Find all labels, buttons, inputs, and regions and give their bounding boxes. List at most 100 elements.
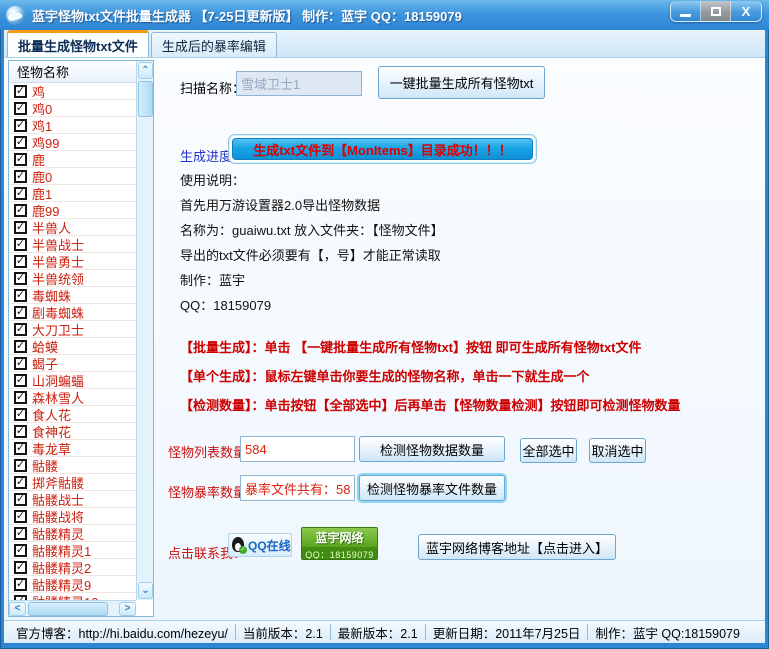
select-all-button[interactable]: 全部选中: [520, 438, 577, 463]
checkbox-checked-icon[interactable]: ✓: [14, 85, 27, 98]
horizontal-scroll-thumb[interactable]: [28, 602, 108, 616]
scroll-up-button[interactable]: ⌃: [138, 62, 153, 79]
monster-name: 骷髅精灵10: [32, 592, 98, 601]
checkbox-checked-icon[interactable]: ✓: [14, 221, 27, 234]
close-button[interactable]: X: [731, 1, 761, 21]
tab-batch-generate[interactable]: 批量生成怪物txt文件: [7, 30, 149, 57]
progress-status-text: 生成txt文件到【MonItems】目录成功！！！: [253, 140, 512, 159]
list-item[interactable]: ✓鹿99: [9, 202, 136, 219]
lanyu-network-banner[interactable]: 蓝宇网络 QQ：18159079: [301, 527, 378, 560]
checkbox-checked-icon[interactable]: ✓: [14, 357, 27, 370]
scroll-down-button[interactable]: ⌄: [138, 582, 153, 599]
list-item[interactable]: ✓骷髅战将: [9, 508, 136, 525]
list-item[interactable]: ✓骷髅精灵10: [9, 593, 136, 600]
list-item[interactable]: ✓骷髅精灵1: [9, 542, 136, 559]
scan-name-input[interactable]: [236, 71, 362, 96]
list-item[interactable]: ✓半兽人: [9, 219, 136, 236]
checkbox-checked-icon[interactable]: ✓: [14, 238, 27, 251]
checkbox-checked-icon[interactable]: ✓: [14, 510, 27, 523]
checkbox-checked-icon[interactable]: ✓: [14, 476, 27, 489]
status-segment: 官方博客：http://hi.baidu.com/hezeyu/: [9, 623, 235, 642]
instruction-line: 使用说明：: [180, 170, 444, 195]
vertical-scroll-thumb[interactable]: [138, 81, 153, 117]
checkbox-checked-icon[interactable]: ✓: [14, 289, 27, 302]
list-item[interactable]: ✓鹿1: [9, 185, 136, 202]
checkbox-checked-icon[interactable]: ✓: [14, 442, 27, 455]
list-item[interactable]: ✓掷斧骷髅: [9, 474, 136, 491]
list-item[interactable]: ✓半兽战士: [9, 236, 136, 253]
checkbox-checked-icon[interactable]: ✓: [14, 408, 27, 421]
monster-list-count-input[interactable]: [240, 436, 355, 462]
window-title: 蓝宇怪物txt文件批量生成器 【7-25日更新版】 制作：蓝宇 QQ：18159…: [32, 6, 462, 25]
scroll-track[interactable]: [110, 601, 119, 616]
list-item[interactable]: ✓鹿0: [9, 168, 136, 185]
deselect-button[interactable]: 取消选中: [589, 438, 646, 463]
list-item[interactable]: ✓大刀卫士: [9, 321, 136, 338]
blog-link-button[interactable]: 蓝宇网络博客地址【点击进入】: [418, 534, 616, 560]
checkbox-checked-icon[interactable]: ✓: [14, 255, 27, 268]
usage-instructions: 使用说明：首先用万游设置器2.0导出怪物数据名称为：guaiwu.txt 放入文…: [180, 170, 444, 320]
checkbox-checked-icon[interactable]: ✓: [14, 170, 27, 183]
list-item[interactable]: ✓剧毒蜘蛛: [9, 304, 136, 321]
tab-page: 怪物名称 ✓鸡✓鸡0✓鸡1✓鸡99✓鹿✓鹿0✓鹿1✓鹿99✓半兽人✓半兽战士✓半…: [4, 58, 765, 620]
detect-rate-files-button[interactable]: 检测怪物暴率文件数量: [359, 475, 505, 501]
batch-generate-button[interactable]: 一键批量生成所有怪物txt: [378, 66, 545, 99]
list-item[interactable]: ✓森林雪人: [9, 389, 136, 406]
vertical-scrollbar[interactable]: ⌃ ⌄: [136, 61, 153, 600]
checkbox-checked-icon[interactable]: ✓: [14, 187, 27, 200]
checkbox-checked-icon[interactable]: ✓: [14, 340, 27, 353]
title-bar[interactable]: 蓝宇怪物txt文件批量生成器 【7-25日更新版】 制作：蓝宇 QQ：18159…: [0, 0, 769, 30]
list-item[interactable]: ✓骷髅精灵2: [9, 559, 136, 576]
list-item[interactable]: ✓骷髅精灵: [9, 525, 136, 542]
status-segment: 最新版本：2.1: [331, 623, 425, 642]
checkbox-checked-icon[interactable]: ✓: [14, 102, 27, 115]
list-item[interactable]: ✓骷髅: [9, 457, 136, 474]
minimize-button[interactable]: [671, 1, 701, 21]
list-item[interactable]: ✓食神花: [9, 423, 136, 440]
checkbox-checked-icon[interactable]: ✓: [14, 493, 27, 506]
checkbox-checked-icon[interactable]: ✓: [14, 425, 27, 438]
instruction-line: 名称为：guaiwu.txt 放入文件夹：【怪物文件】: [180, 220, 444, 245]
tab-rate-edit[interactable]: 生成后的暴率编辑: [151, 32, 277, 57]
tip-line: 【批量生成】：单击 【一键批量生成所有怪物txt】按钮 即可生成所有怪物txt文…: [180, 337, 681, 366]
list-item[interactable]: ✓蝎子: [9, 355, 136, 372]
checkbox-checked-icon[interactable]: ✓: [14, 204, 27, 217]
list-item[interactable]: ✓半兽统领: [9, 270, 136, 287]
list-item[interactable]: ✓山洞蝙蝠: [9, 372, 136, 389]
app-icon: [6, 6, 25, 25]
instruction-line: 导出的txt文件必须要有【，号】才能正常读取: [180, 245, 444, 270]
app-window: 蓝宇怪物txt文件批量生成器 【7-25日更新版】 制作：蓝宇 QQ：18159…: [0, 0, 769, 649]
list-item[interactable]: ✓食人花: [9, 406, 136, 423]
checkbox-checked-icon[interactable]: ✓: [14, 578, 27, 591]
list-item[interactable]: ✓毒蜘蛛: [9, 287, 136, 304]
maximize-button[interactable]: [701, 1, 731, 21]
list-item[interactable]: ✓骷髅精灵9: [9, 576, 136, 593]
qq-online-badge[interactable]: ✓ QQ在线: [228, 533, 292, 557]
checkbox-checked-icon[interactable]: ✓: [14, 119, 27, 132]
checkbox-checked-icon[interactable]: ✓: [14, 527, 27, 540]
list-item[interactable]: ✓鹿: [9, 151, 136, 168]
list-item[interactable]: ✓鸡: [9, 83, 136, 100]
list-item[interactable]: ✓鸡99: [9, 134, 136, 151]
scroll-right-button[interactable]: >: [119, 602, 136, 616]
checkbox-checked-icon[interactable]: ✓: [14, 391, 27, 404]
monster-rate-count-input[interactable]: [240, 475, 355, 501]
checkbox-checked-icon[interactable]: ✓: [14, 544, 27, 557]
list-item[interactable]: ✓半兽勇士: [9, 253, 136, 270]
checkbox-checked-icon[interactable]: ✓: [14, 153, 27, 166]
list-item[interactable]: ✓鸡0: [9, 100, 136, 117]
checkbox-checked-icon[interactable]: ✓: [14, 561, 27, 574]
checkbox-checked-icon[interactable]: ✓: [14, 374, 27, 387]
checkbox-checked-icon[interactable]: ✓: [14, 323, 27, 336]
detect-monster-data-button[interactable]: 检测怪物数据数量: [359, 436, 505, 462]
list-item[interactable]: ✓骷髅战士: [9, 491, 136, 508]
list-item[interactable]: ✓毒龙草: [9, 440, 136, 457]
scroll-left-button[interactable]: <: [9, 602, 26, 616]
checkbox-checked-icon[interactable]: ✓: [14, 136, 27, 149]
checkbox-checked-icon[interactable]: ✓: [14, 272, 27, 285]
checkbox-checked-icon[interactable]: ✓: [14, 459, 27, 472]
list-item[interactable]: ✓蛤蟆: [9, 338, 136, 355]
horizontal-scrollbar[interactable]: < >: [9, 600, 136, 616]
list-item[interactable]: ✓鸡1: [9, 117, 136, 134]
checkbox-checked-icon[interactable]: ✓: [14, 306, 27, 319]
